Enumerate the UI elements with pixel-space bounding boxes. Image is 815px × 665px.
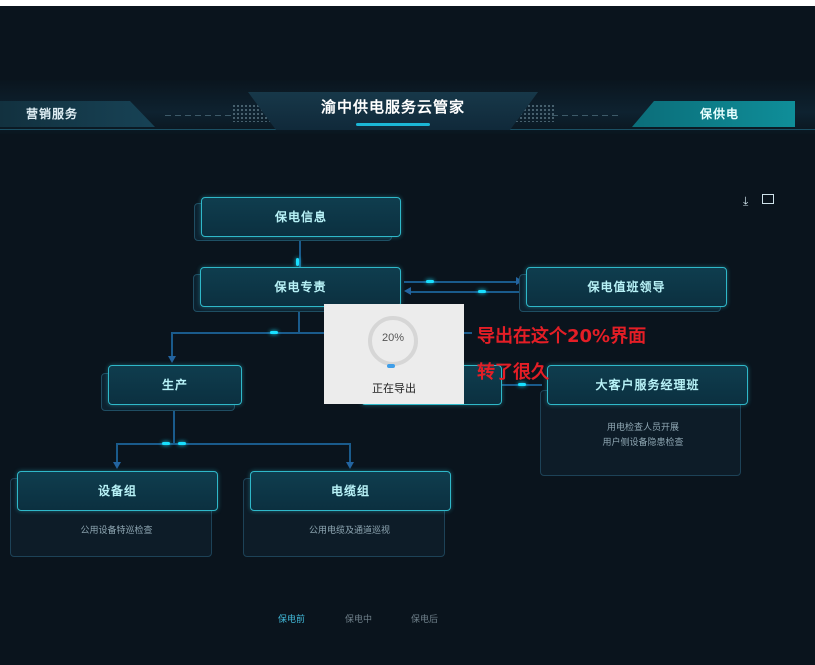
- connector-glow: [162, 442, 170, 445]
- node-cable-group[interactable]: 电缆组: [250, 471, 451, 511]
- progress-indicator: [387, 364, 395, 368]
- annotation-line-2: 转了很久: [477, 362, 549, 383]
- square-icon[interactable]: [762, 194, 774, 204]
- arrow-down-icon: [346, 462, 354, 469]
- loading-label: 正在导出: [372, 383, 416, 395]
- connector-root-down: [299, 237, 301, 270]
- arrow-down-icon: [168, 356, 176, 363]
- connector-from-duty-leader: [410, 291, 520, 293]
- tab-before-guarantee[interactable]: 保电前: [278, 612, 305, 625]
- connector-glow: [426, 280, 434, 283]
- arrow-left-icon: [404, 287, 411, 295]
- node-vip-service-team[interactable]: 大客户服务经理班: [547, 365, 748, 405]
- header-dashes-right: [552, 115, 622, 116]
- node-power-specialist[interactable]: 保电专责: [200, 267, 401, 307]
- connector-glow: [270, 331, 278, 334]
- annotation-line-1: 导出在这个20%界面: [477, 326, 647, 347]
- connector-to-cable: [349, 443, 351, 463]
- download-icon[interactable]: ⤓: [743, 195, 748, 207]
- tab-after-guarantee[interactable]: 保电后: [411, 612, 438, 625]
- export-loading-dialog: 20% 正在导出: [324, 304, 464, 404]
- connector-glow: [178, 442, 186, 445]
- vip-service-desc-1: 用电检查人员开展: [606, 423, 679, 433]
- connector-glow: [296, 258, 299, 266]
- arrow-down-icon: [113, 462, 121, 469]
- tab-power-supply-guarantee[interactable]: 保供电: [632, 101, 795, 127]
- node-power-guarantee-info[interactable]: 保电信息: [201, 197, 401, 237]
- node-duty-leader[interactable]: 保电值班领导: [526, 267, 727, 307]
- connector-to-production: [171, 332, 173, 358]
- header-dashes-left: [165, 115, 235, 116]
- vip-service-desc-2: 用户侧设备隐患检查: [602, 438, 684, 448]
- page-title: 渝中供电服务云管家: [320, 98, 465, 116]
- progress-percent: 20%: [381, 332, 405, 344]
- connector-production-down: [173, 408, 175, 444]
- title-underline: [356, 123, 430, 126]
- cable-group-desc: 公用电缆及通道巡视: [308, 526, 390, 536]
- dashboard-screen: 营销服务 渝中供电服务云管家 保供电 ⤓ 保电信息 保电专责 保电值班领导 生产…: [0, 6, 815, 665]
- connector-to-equipment: [116, 443, 118, 463]
- equipment-group-desc: 公用设备特巡检查: [80, 526, 153, 536]
- connector-group-bus: [117, 443, 351, 445]
- node-equipment-group[interactable]: 设备组: [17, 471, 218, 511]
- connector-specialist-down: [298, 311, 300, 333]
- connector-to-duty-leader: [404, 281, 518, 283]
- node-production[interactable]: 生产: [108, 365, 242, 405]
- tab-marketing-service[interactable]: 营销服务: [0, 101, 155, 127]
- connector-glow: [478, 290, 486, 293]
- tab-during-guarantee[interactable]: 保电中: [345, 612, 372, 625]
